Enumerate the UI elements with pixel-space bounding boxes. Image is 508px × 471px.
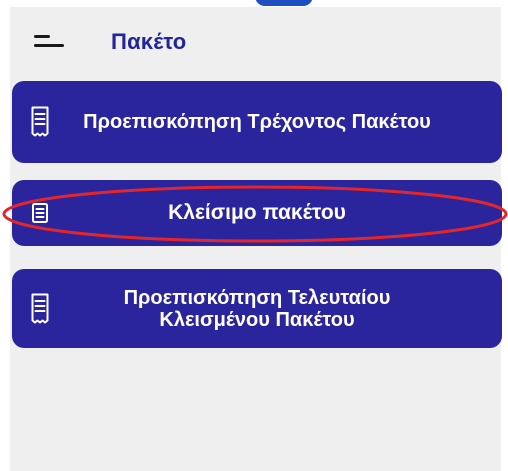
header: Πακέτο bbox=[10, 7, 501, 71]
close-package-button[interactable]: Κλείσιμο πακέτου bbox=[12, 180, 502, 246]
preview-current-package-label: Προεπισκόπηση Τρέχοντος Πακέτου bbox=[83, 111, 431, 133]
preview-last-closed-package-label: Προεπισκόπηση Τελευταίου Κλεισμένου Πακέ… bbox=[123, 286, 391, 331]
document-icon bbox=[30, 196, 50, 230]
page-title: Πακέτο bbox=[111, 29, 187, 54]
top-header-fragment bbox=[255, 0, 313, 6]
preview-current-package-button[interactable]: Προεπισκόπηση Τρέχοντος Πακέτου bbox=[12, 81, 502, 163]
receipt-icon bbox=[30, 292, 50, 326]
menu-icon[interactable] bbox=[34, 31, 68, 55]
receipt-icon bbox=[30, 105, 50, 139]
preview-last-closed-package-button[interactable]: Προεπισκόπηση Τελευταίου Κλεισμένου Πακέ… bbox=[12, 269, 502, 348]
close-package-label: Κλείσιμο πακέτου bbox=[168, 201, 346, 224]
